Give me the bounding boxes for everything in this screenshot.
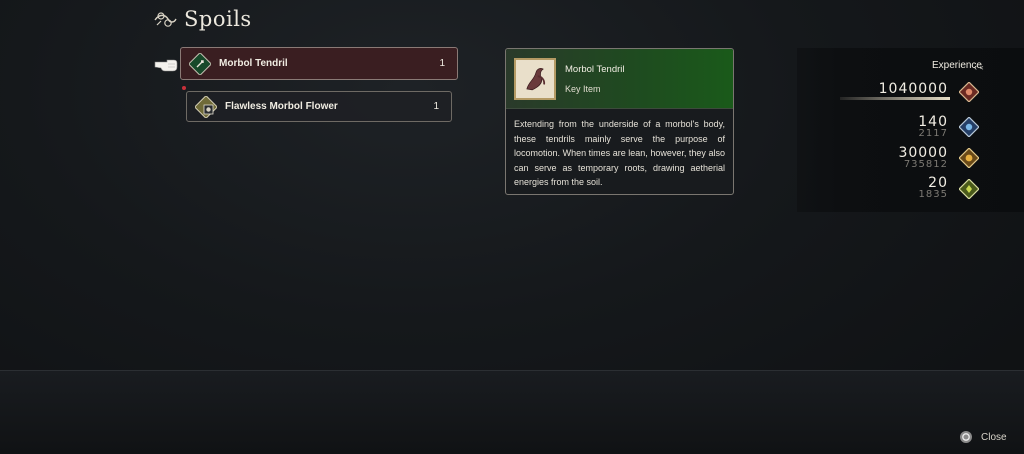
footer-band: [0, 370, 1024, 454]
spoils-item-morbol-tendril[interactable]: Morbol Tendril 1: [180, 47, 458, 80]
experience-bar: [840, 97, 950, 100]
stat1-total: 2117: [918, 128, 948, 139]
screen-header: Spoils: [152, 6, 252, 32]
gold-gem-icon: [959, 148, 979, 168]
item-quantity: 1: [439, 58, 445, 69]
morbol-tendril-thumbnail-icon: [514, 57, 556, 100]
item-name: Morbol Tendril: [219, 58, 288, 69]
arrow-left-icon: ‹﹤: [974, 62, 986, 72]
green-gem-icon: [959, 179, 979, 199]
ornament-icon: [154, 12, 177, 27]
experience-gem-icon: [959, 82, 979, 102]
circle-button-icon: [960, 431, 972, 443]
blue-gem-icon: [959, 117, 979, 137]
stat3-total: 1835: [918, 189, 948, 200]
stat2-total: 735812: [903, 159, 948, 170]
new-item-marker: [182, 86, 186, 90]
item-detail-card: Morbol Tendril Key Item Extending from t…: [505, 48, 734, 195]
flower-icon: [195, 95, 217, 118]
item-quantity: 1: [433, 101, 439, 112]
close-button[interactable]: Close: [959, 430, 1007, 444]
detail-item-name: Morbol Tendril: [565, 63, 625, 75]
page-title: Spoils: [184, 7, 252, 31]
item-name: Flawless Morbol Flower: [225, 101, 338, 112]
tendril-icon: [189, 52, 211, 75]
item-detail-header: Morbol Tendril Key Item: [506, 49, 733, 109]
experience-value: 1040000: [878, 81, 948, 97]
spoils-item-flawless-morbol-flower[interactable]: Flawless Morbol Flower 1: [186, 91, 452, 122]
close-label: Close: [981, 431, 1007, 443]
detail-item-description: Extending from the underside of a morbol…: [514, 119, 725, 187]
detail-item-category: Key Item: [565, 83, 601, 94]
rewards-panel: [797, 48, 1024, 212]
hand-pointer-icon: [154, 59, 178, 72]
